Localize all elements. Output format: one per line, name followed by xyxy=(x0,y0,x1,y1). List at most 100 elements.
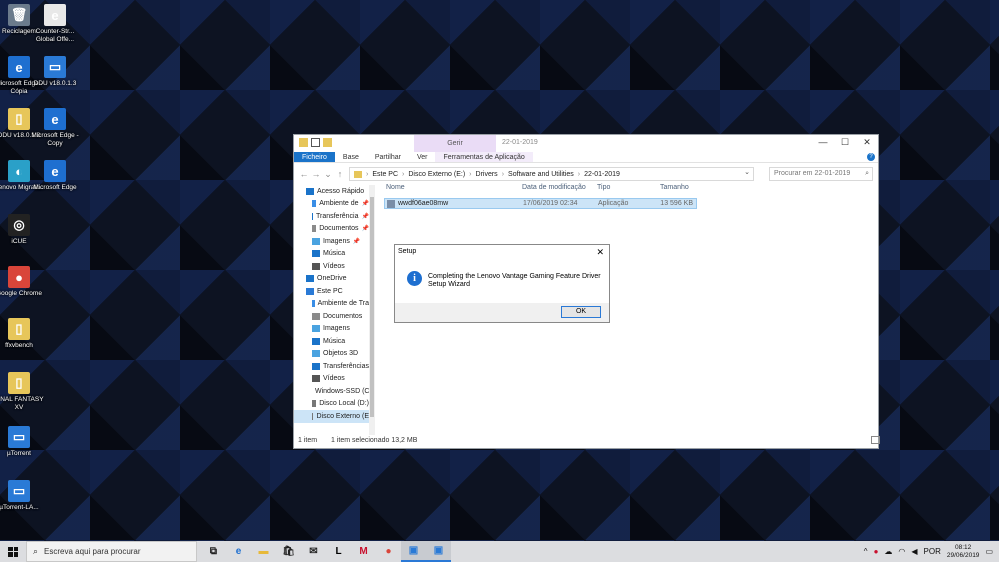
close-icon[interactable]: ✕ xyxy=(596,245,604,259)
language-indicator[interactable]: POR xyxy=(924,547,941,556)
installer-active-icon[interactable]: ▣ xyxy=(426,541,451,562)
clock[interactable]: 08:12 29/06/2019 xyxy=(947,544,980,560)
manage-tab[interactable]: Gerir xyxy=(414,135,496,152)
desktop-icon[interactable]: ◎ iCUE xyxy=(0,214,44,246)
nav-item[interactable]: Disco Local (D:) xyxy=(294,398,369,411)
wifi-icon[interactable]: ◠ xyxy=(898,547,905,556)
mail-icon[interactable]: ✉ xyxy=(301,541,326,562)
chevron-icon: › xyxy=(469,170,472,178)
dropdown-icon[interactable]: ⌄ xyxy=(744,168,750,176)
desktop-icon[interactable]: ● Google Chrome xyxy=(0,266,44,298)
notifications-icon[interactable]: ▭ xyxy=(985,547,993,556)
taskbar-search-input[interactable]: ⌕ Escreva aqui para procurar xyxy=(26,541,197,562)
back-icon[interactable]: ← xyxy=(298,169,310,179)
search-input[interactable]: Procurar em 22-01-2019 ⌕ xyxy=(769,167,873,181)
maximize-button[interactable]: ☐ xyxy=(834,135,856,152)
new-folder-icon[interactable] xyxy=(323,138,332,147)
breadcrumb-software[interactable]: Software and Utilities xyxy=(508,171,574,178)
nav-item[interactable]: Acesso Rápido xyxy=(294,185,369,198)
dialog-title-bar[interactable]: Setup ✕ xyxy=(395,245,609,259)
nav-item[interactable]: Ambiente de Tra xyxy=(294,298,369,311)
ok-button[interactable]: OK xyxy=(561,306,601,318)
pin-icon: 📌 xyxy=(352,238,361,245)
app-icon: e xyxy=(44,4,66,26)
recent-locations-icon[interactable]: ⌄ xyxy=(322,169,334,180)
lenovo-l-icon[interactable]: L xyxy=(326,541,351,562)
edge-icon[interactable]: e xyxy=(226,541,251,562)
desktop-icon-label: ffxvbench xyxy=(5,342,33,349)
properties-icon[interactable] xyxy=(311,138,320,147)
desktop-icon[interactable]: ▯ FINAL FANTASY XV xyxy=(0,372,44,412)
nav-item[interactable]: Imagens 📌 xyxy=(294,235,369,248)
breadcrumb-this-pc[interactable]: Este PC xyxy=(372,171,398,178)
minimize-button[interactable]: — xyxy=(812,135,834,152)
nav-item[interactable]: Documentos 📌 xyxy=(294,223,369,236)
folder-icon[interactable] xyxy=(299,138,308,147)
desktop-icon[interactable]: ▭ µTorrent-LA... xyxy=(0,480,44,512)
tab-application-tools[interactable]: Ferramentas de Aplicação xyxy=(435,152,533,162)
tab-home[interactable]: Base xyxy=(335,152,367,162)
column-date[interactable]: Data de modificação xyxy=(522,184,586,191)
installer-icon[interactable]: ▣ xyxy=(401,541,426,562)
up-icon[interactable]: ↑ xyxy=(334,169,346,179)
nav-item[interactable]: Disco Externo (E xyxy=(294,410,369,423)
nav-item[interactable]: Imagens xyxy=(294,323,369,336)
app-icon: ▯ xyxy=(8,108,30,130)
breadcrumb-current[interactable]: 22-01-2019 xyxy=(584,171,620,178)
large-icons-view-icon[interactable] xyxy=(871,436,880,444)
nav-item-icon xyxy=(312,300,315,308)
nav-item[interactable]: Vídeos xyxy=(294,260,369,273)
nav-item[interactable]: Ambiente de 📌 xyxy=(294,198,369,211)
close-button[interactable]: ✕ xyxy=(856,135,878,152)
nav-item[interactable]: Windows-SSD (C xyxy=(294,385,369,398)
file-row[interactable]: wwdf06ae08mw 17/06/2019 02:34 Aplicação … xyxy=(384,198,697,209)
desktop-icon[interactable]: e Microsoft Edge xyxy=(30,160,80,192)
chevron-icon: › xyxy=(501,170,505,178)
desktop-icon[interactable]: ▭ DDU v18.0.1.3 xyxy=(30,56,80,88)
chrome-icon[interactable]: ● xyxy=(376,541,401,562)
nav-item[interactable]: Objetos 3D xyxy=(294,348,369,361)
file-explorer-icon[interactable]: ▬ xyxy=(251,541,276,562)
breadcrumb-drivers[interactable]: Drivers xyxy=(476,171,498,178)
column-type[interactable]: Tipo xyxy=(597,184,610,191)
nav-item[interactable]: Este PC xyxy=(294,285,369,298)
tab-share[interactable]: Partilhar xyxy=(367,152,409,162)
address-bar[interactable]: › Este PC › Disco Externo (E:) › Drivers… xyxy=(349,167,754,181)
nav-item[interactable]: Música xyxy=(294,335,369,348)
mcafee-icon[interactable]: M xyxy=(351,541,376,562)
scrollbar-thumb[interactable] xyxy=(370,197,374,417)
nav-item-label: Documentos xyxy=(319,225,359,233)
desktop-icon[interactable]: ▭ µTorrent xyxy=(0,426,44,458)
nav-item-icon xyxy=(312,325,320,333)
forward-icon[interactable]: → xyxy=(310,169,322,179)
app-icon: ▭ xyxy=(44,56,66,78)
desktop-icon-label: Google Chrome xyxy=(0,290,42,297)
desktop-icon[interactable]: e Microsoft Edge - Copy xyxy=(30,108,80,148)
volume-icon[interactable]: ◀ xyxy=(911,547,917,556)
title-bar[interactable]: Gerir 22-01-2019 — ☐ ✕ xyxy=(294,135,878,152)
nav-item-icon xyxy=(312,412,314,420)
network-icon[interactable]: ● xyxy=(874,547,879,556)
nav-item[interactable]: Vídeos xyxy=(294,373,369,386)
store-icon[interactable]: 🛍 xyxy=(276,541,301,562)
clock-time: 08:12 xyxy=(955,543,972,551)
tab-view[interactable]: Ver xyxy=(409,152,436,162)
nav-scrollbar[interactable] xyxy=(369,185,375,435)
nav-item[interactable]: Documentos xyxy=(294,310,369,323)
chevron-up-icon[interactable]: ^ xyxy=(864,547,868,556)
nav-item[interactable]: Transferências xyxy=(294,360,369,373)
desktop-icon[interactable]: ▯ ffxvbench xyxy=(0,318,44,350)
start-button[interactable] xyxy=(0,541,26,562)
onedrive-icon[interactable]: ☁ xyxy=(884,547,892,556)
desktop-icon[interactable]: e Counter-Str... Global Offe... xyxy=(30,4,80,44)
column-size[interactable]: Tamanho xyxy=(660,184,689,191)
help-icon[interactable]: ? xyxy=(867,153,875,161)
task-view-icon[interactable]: ⧉ xyxy=(201,541,226,562)
nav-item[interactable]: Transferência 📌 xyxy=(294,210,369,223)
nav-item[interactable]: OneDrive xyxy=(294,273,369,286)
search-icon: ⌕ xyxy=(33,546,39,556)
nav-item[interactable]: Música xyxy=(294,248,369,261)
column-name[interactable]: Nome xyxy=(386,184,405,191)
breadcrumb-external-disk[interactable]: Disco Externo (E:) xyxy=(408,171,465,178)
tab-file[interactable]: Ficheiro xyxy=(294,152,335,162)
